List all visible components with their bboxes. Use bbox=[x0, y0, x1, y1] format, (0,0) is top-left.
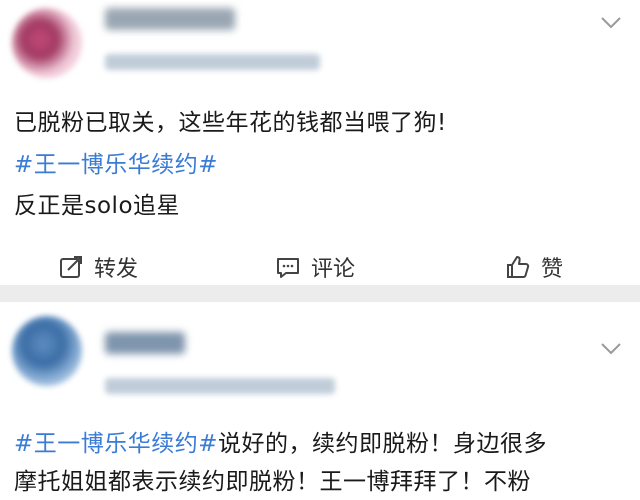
repost-button[interactable]: 转发 bbox=[58, 252, 138, 282]
thumbs-up-icon bbox=[507, 256, 530, 278]
post-card: 已脱粉已取关，这些年花的钱都当喂了狗! #王一博乐华续约# 反正是solo追星 … bbox=[0, 0, 640, 285]
topic-hashtag[interactable]: #王一博乐华续约# bbox=[14, 152, 218, 178]
post-text-line: #王一博乐华续约# bbox=[14, 145, 218, 179]
repost-icon bbox=[60, 256, 82, 278]
repost-label: 转发 bbox=[94, 257, 139, 282]
chevron-down-icon[interactable] bbox=[600, 342, 622, 356]
like-label: 赞 bbox=[541, 257, 564, 282]
chevron-down-icon[interactable] bbox=[600, 16, 622, 30]
avatar[interactable] bbox=[12, 8, 82, 78]
post-card: #王一博乐华续约#说好的，续约即脱粉！身边很多 摩托姐姐都表示续约即脱粉！王一博… bbox=[0, 302, 640, 500]
topic-hashtag[interactable]: #王一博乐华续约# bbox=[14, 431, 218, 457]
blurred-post-meta bbox=[105, 378, 335, 394]
blurred-username[interactable] bbox=[105, 332, 185, 354]
blurred-post-meta bbox=[105, 54, 320, 70]
post-text-line: 摩托姐姐都表示续约即脱粉！王一博拜拜了！不粉 bbox=[14, 469, 531, 495]
weibo-feed: 已脱粉已取关，这些年花的钱都当喂了狗! #王一博乐华续约# 反正是solo追星 … bbox=[0, 0, 640, 500]
post-text-line: 反正是solo追星 bbox=[14, 193, 181, 219]
comment-label: 评论 bbox=[311, 257, 356, 282]
post-separator bbox=[0, 285, 640, 302]
post-text-line: #王一博乐华续约#说好的，续约即脱粉！身边很多 bbox=[14, 431, 548, 457]
post-text-line: 已脱粉已取关，这些年花的钱都当喂了狗! bbox=[14, 110, 447, 136]
like-button[interactable]: 赞 bbox=[505, 252, 563, 282]
comment-button[interactable]: 评论 bbox=[275, 252, 355, 282]
comment-icon bbox=[277, 258, 299, 278]
blurred-username[interactable] bbox=[105, 8, 235, 30]
avatar[interactable] bbox=[12, 316, 82, 386]
